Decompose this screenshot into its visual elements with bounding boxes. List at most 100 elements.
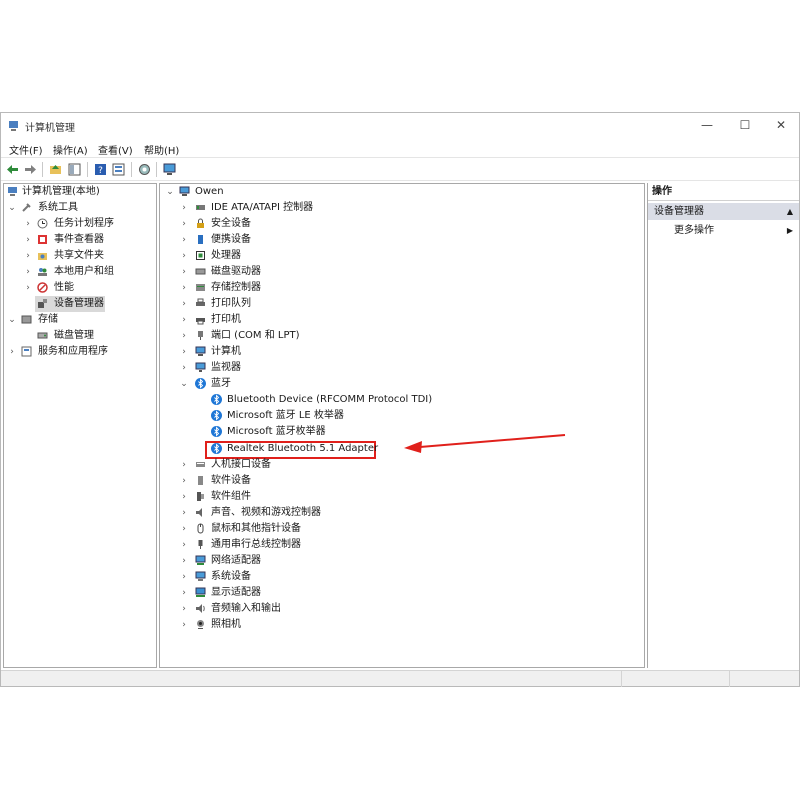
svg-text:?: ? xyxy=(98,166,103,176)
chevron-right-icon[interactable]: › xyxy=(179,569,189,585)
storage-controller-icon xyxy=(196,284,205,291)
chevron-right-icon[interactable]: › xyxy=(179,344,189,360)
menu-view[interactable]: 查看(V) xyxy=(98,142,133,157)
disk-drive-icon xyxy=(195,268,206,275)
camera-icon xyxy=(197,620,204,629)
device-category-label: 鼠标和其他指针设备 xyxy=(211,523,301,534)
toolbar-separator xyxy=(156,162,157,177)
actions-header: 操作 xyxy=(648,183,799,201)
system-device-icon xyxy=(195,571,206,581)
chevron-right-icon[interactable]: › xyxy=(179,232,189,248)
device-category-label: IDE ATA/ATAPI 控制器 xyxy=(211,202,314,213)
scan-hardware-icon[interactable] xyxy=(137,162,152,177)
status-segment xyxy=(729,671,799,687)
up-folder-icon[interactable] xyxy=(48,162,63,177)
display-adapter-icon xyxy=(195,587,206,597)
chevron-right-icon[interactable]: › xyxy=(179,328,189,344)
chevron-down-icon[interactable]: ⌄ xyxy=(165,184,175,200)
printer-icon xyxy=(196,318,205,325)
device-category-label: 软件设备 xyxy=(211,475,251,486)
device-category-label: 网络适配器 xyxy=(211,555,261,566)
chevron-right-icon[interactable]: › xyxy=(179,264,189,280)
maximize-button[interactable]: ☐ xyxy=(729,113,761,137)
chevron-right-icon[interactable]: › xyxy=(23,264,33,280)
device-tree-root-label: Owen xyxy=(195,186,224,197)
close-button[interactable]: ✕ xyxy=(765,113,797,137)
chevron-down-icon[interactable]: ⌄ xyxy=(179,376,189,392)
show-hide-tree-icon[interactable] xyxy=(67,162,82,177)
tree-item-label: 系统工具 xyxy=(38,202,78,213)
chevron-right-icon[interactable]: › xyxy=(179,360,189,376)
chevron-right-icon[interactable]: › xyxy=(179,296,189,312)
bluetooth-icon xyxy=(211,410,222,421)
chevron-right-icon[interactable]: › xyxy=(179,585,189,601)
forward-arrow-icon[interactable] xyxy=(23,162,38,177)
chevron-down-icon[interactable]: ⌄ xyxy=(7,200,17,216)
chevron-right-icon[interactable]: › xyxy=(179,248,189,264)
menu-file[interactable]: 文件(F) xyxy=(9,142,43,157)
chevron-down-icon[interactable]: ⌄ xyxy=(7,312,17,328)
computer-management-icon xyxy=(9,121,18,131)
chevron-right-icon[interactable]: › xyxy=(179,312,189,328)
chevron-right-icon: ▶ xyxy=(786,226,793,235)
bluetooth-device-label: Microsoft 蓝牙枚举器 xyxy=(227,426,326,437)
chevron-right-icon[interactable]: › xyxy=(179,617,189,633)
minimize-button[interactable]: — xyxy=(691,113,723,137)
properties-icon[interactable] xyxy=(111,162,126,177)
tree-item-label: 服务和应用程序 xyxy=(38,346,108,357)
chevron-right-icon[interactable]: › xyxy=(179,601,189,617)
device-category-label: 人机接口设备 xyxy=(211,459,271,470)
bluetooth-device-label: Realtek Bluetooth 5.1 Adapter xyxy=(227,443,379,454)
device-category-label: 打印队列 xyxy=(211,298,251,309)
device-category-label: 打印机 xyxy=(211,314,241,325)
device-category-label: 软件组件 xyxy=(211,491,251,502)
mouse-icon xyxy=(197,523,204,534)
chevron-right-icon[interactable]: › xyxy=(179,553,189,569)
computer-management-window: 计算机管理 — ☐ ✕ 文件(F) 操作(A) 查看(V) 帮助(H) ? 计算… xyxy=(0,112,800,687)
device-category-label: 安全设备 xyxy=(211,218,251,229)
device-category-label: 通用串行总线控制器 xyxy=(211,539,301,550)
usb-icon xyxy=(198,540,203,549)
chevron-right-icon[interactable]: › xyxy=(179,457,189,473)
speaker-icon xyxy=(196,508,202,517)
device-manager-icon xyxy=(38,299,47,308)
software-component-icon xyxy=(197,492,204,501)
chevron-right-icon[interactable]: › xyxy=(23,280,33,296)
chevron-right-icon[interactable]: › xyxy=(179,537,189,553)
chevron-right-icon[interactable]: › xyxy=(179,216,189,232)
menu-action[interactable]: 操作(A) xyxy=(53,142,88,157)
device-category-label: 监视器 xyxy=(211,362,241,373)
menu-help[interactable]: 帮助(H) xyxy=(144,142,179,157)
storage-icon xyxy=(21,315,32,324)
chevron-right-icon[interactable]: › xyxy=(179,473,189,489)
help-icon[interactable]: ? xyxy=(93,162,108,177)
collapse-up-icon[interactable]: ▲ xyxy=(787,203,793,220)
computer-display-icon[interactable] xyxy=(162,162,177,177)
tree-item-label: 任务计划程序 xyxy=(54,218,114,229)
bluetooth-icon xyxy=(211,426,222,437)
computer-icon xyxy=(179,186,190,196)
title-bar: 计算机管理 — ☐ ✕ xyxy=(1,113,799,139)
actions-pane: 操作 设备管理器 ▲ 更多操作 ▶ xyxy=(647,183,799,668)
device-category-label: 声音、视频和游戏控制器 xyxy=(211,507,321,518)
chevron-right-icon[interactable]: › xyxy=(179,521,189,537)
actions-section-device-manager[interactable]: 设备管理器 ▲ xyxy=(648,203,799,220)
chevron-right-icon[interactable]: › xyxy=(179,505,189,521)
device-category-label: 显示适配器 xyxy=(211,587,261,598)
processor-icon xyxy=(196,251,205,260)
device-category-label: 照相机 xyxy=(211,619,241,630)
device-category-label: 系统设备 xyxy=(211,571,251,582)
shared-folder-icon xyxy=(38,253,47,260)
chevron-right-icon[interactable]: › xyxy=(179,200,189,216)
chevron-right-icon[interactable]: › xyxy=(7,344,17,360)
chevron-right-icon[interactable]: › xyxy=(179,280,189,296)
chevron-right-icon[interactable]: › xyxy=(23,216,33,232)
back-arrow-icon[interactable] xyxy=(5,162,20,177)
chevron-right-icon[interactable]: › xyxy=(179,489,189,505)
more-actions-item[interactable]: 更多操作 ▶ xyxy=(648,222,799,239)
chevron-right-icon[interactable]: › xyxy=(23,232,33,248)
bluetooth-icon xyxy=(211,443,222,454)
chevron-right-icon[interactable]: › xyxy=(23,248,33,264)
tree-item-label: 存储 xyxy=(38,314,58,325)
bluetooth-device-label: Microsoft 蓝牙 LE 枚举器 xyxy=(227,410,344,421)
